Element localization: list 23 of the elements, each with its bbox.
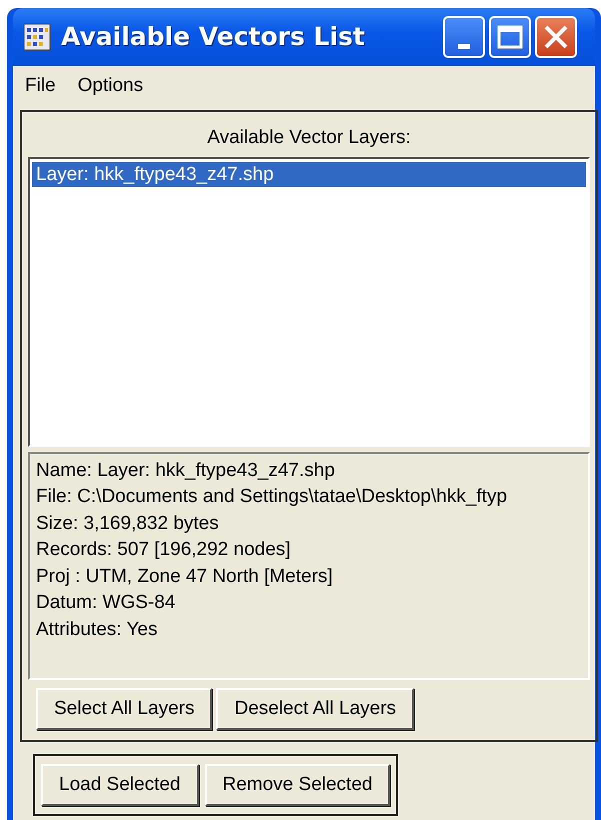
info-line: File: C:\Documents and Settings\tatae\Desktop\hkk_ftyp: [36, 485, 508, 509]
maximize-button[interactable]: [489, 16, 531, 58]
close-button[interactable]: [535, 16, 577, 58]
maximize-icon: [497, 25, 523, 49]
info-line: Size: 3,169,832 bytes: [36, 512, 220, 536]
minimize-icon: [458, 44, 470, 48]
list-item[interactable]: Layer: hkk_ftype43_z47.shp: [32, 162, 586, 186]
minimize-button[interactable]: [443, 16, 485, 58]
info-line: Datum: WGS-84: [36, 591, 176, 615]
list-label: Available Vector Layers:: [207, 127, 411, 148]
close-icon: [543, 24, 569, 50]
menu-item[interactable]: File: [25, 72, 56, 100]
info-line: Attributes: Yes: [36, 618, 158, 642]
app-icon: [23, 23, 51, 51]
info-line: Name: Layer: hkk_ftype43_z47.shp: [36, 458, 336, 482]
layer-button[interactable]: Select All Layers: [36, 688, 212, 730]
action-button[interactable]: Load Selected: [41, 764, 198, 806]
layer-button[interactable]: Deselect All Layers: [216, 688, 414, 730]
window-title: Available Vectors List: [61, 21, 365, 54]
menu-item[interactable]: Options: [78, 72, 144, 100]
action-button[interactable]: Remove Selected: [204, 764, 390, 806]
info-line: Records: 507 [196,292 nodes]: [36, 538, 292, 562]
info-line: Proj : UTM, Zone 47 North [Meters]: [36, 564, 334, 588]
